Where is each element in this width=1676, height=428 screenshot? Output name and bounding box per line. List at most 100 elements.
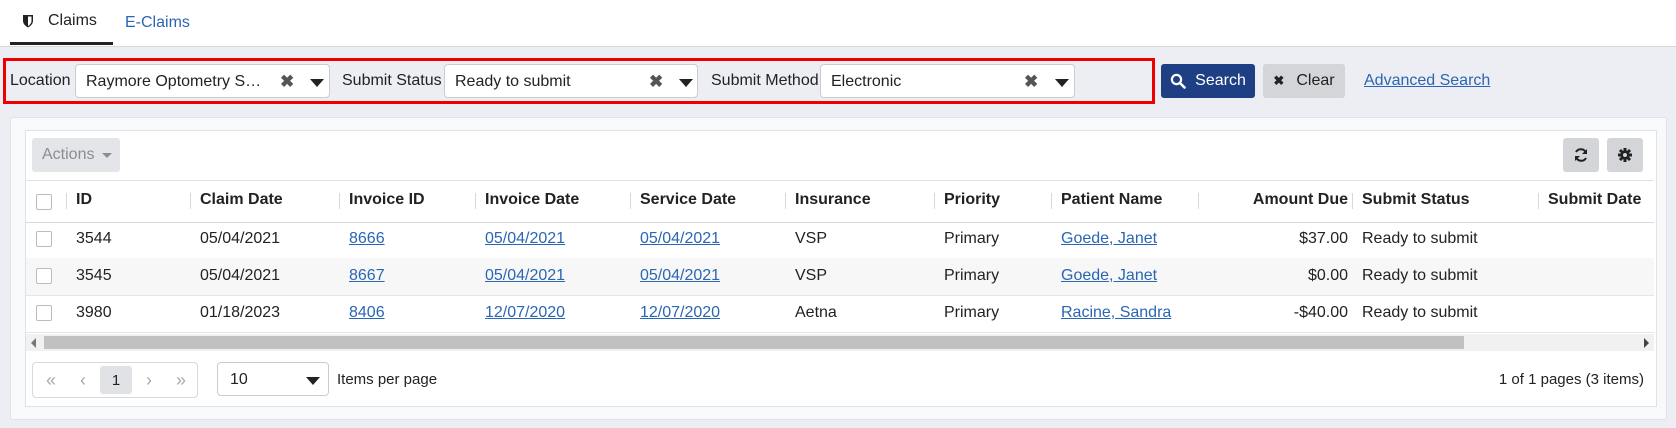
cell-priority: Primary xyxy=(944,267,1000,284)
submit-method-label: Submit Method xyxy=(711,72,819,89)
submit-method-select[interactable]: Electronic ✖ xyxy=(820,64,1075,98)
clear-button-label: Clear xyxy=(1296,72,1335,89)
service-date-link[interactable]: 12/07/2020 xyxy=(640,304,720,322)
header-submit-date[interactable]: Submit Date xyxy=(1548,191,1641,209)
cell-submit-status: Ready to submit xyxy=(1362,267,1478,284)
chevron-down-icon[interactable] xyxy=(310,79,324,87)
scroll-left-icon[interactable] xyxy=(31,338,36,348)
refresh-button[interactable] xyxy=(1563,138,1599,172)
submit-status-select[interactable]: Ready to submit ✖ xyxy=(444,64,698,98)
header-amount-due[interactable]: Amount Due xyxy=(1253,191,1348,209)
header-patient-name[interactable]: Patient Name xyxy=(1061,191,1162,209)
tab-bar: Claims E-Claims xyxy=(0,0,1676,47)
next-page-icon[interactable]: › xyxy=(133,363,165,397)
header-invoice-id[interactable]: Invoice ID xyxy=(349,191,425,209)
page-size-value: 10 xyxy=(230,371,248,388)
invoice-date-link[interactable]: 12/07/2020 xyxy=(485,304,565,322)
cell-insurance: VSP xyxy=(795,267,828,284)
clear-submit-status-icon[interactable]: ✖ xyxy=(649,72,663,92)
header-claim-date[interactable]: Claim Date xyxy=(200,191,283,209)
column-divider xyxy=(339,193,340,209)
header-invoice-date[interactable]: Invoice Date xyxy=(485,191,579,209)
search-button-label: Search xyxy=(1195,72,1246,89)
cell-submit-status: Ready to submit xyxy=(1362,304,1478,321)
chevron-down-icon[interactable] xyxy=(679,79,693,87)
invoice-id-link[interactable]: 8666 xyxy=(349,230,385,248)
cell-insurance: VSP xyxy=(795,230,828,247)
invoice-date-link[interactable]: 05/04/2021 xyxy=(485,230,565,248)
clear-submit-method-icon[interactable]: ✖ xyxy=(1024,72,1038,92)
patient-name-link[interactable]: Goede, Janet xyxy=(1061,230,1157,248)
cell-priority: Primary xyxy=(944,230,1000,247)
scroll-right-icon[interactable] xyxy=(1644,338,1649,348)
cell-amount-due: -$40.00 xyxy=(1293,304,1348,321)
cell-priority: Primary xyxy=(944,304,1000,321)
column-divider xyxy=(190,193,191,209)
column-divider xyxy=(66,193,67,209)
tab-claims-label: Claims xyxy=(48,12,97,29)
select-all-checkbox[interactable] xyxy=(36,194,52,210)
row-checkbox[interactable] xyxy=(36,231,52,247)
page-number-current[interactable]: 1 xyxy=(100,366,132,394)
search-button[interactable]: Search xyxy=(1161,64,1255,98)
service-date-link[interactable]: 05/04/2021 xyxy=(640,267,720,285)
items-per-page-label: Items per page xyxy=(337,371,438,388)
patient-name-link[interactable]: Goede, Janet xyxy=(1061,267,1157,285)
service-date-link[interactable]: 05/04/2021 xyxy=(640,230,720,248)
close-icon: ✖ xyxy=(1273,73,1285,88)
pagination-summary: 1 of 1 pages (3 items) xyxy=(1498,371,1644,388)
column-divider xyxy=(475,193,476,209)
cell-claim-date: 05/04/2021 xyxy=(200,267,281,284)
invoice-date-link[interactable]: 05/04/2021 xyxy=(485,267,565,285)
cell-insurance: Aetna xyxy=(795,304,837,321)
gear-icon xyxy=(1618,148,1632,162)
header-insurance[interactable]: Insurance xyxy=(795,191,871,209)
location-select[interactable]: Raymore Optometry Ser... ✖ xyxy=(75,64,330,98)
pager: « ‹ 1 › » xyxy=(32,362,198,398)
tab-claims[interactable]: Claims xyxy=(10,0,113,45)
column-divider xyxy=(785,193,786,209)
column-divider xyxy=(1051,193,1052,209)
location-value: Raymore Optometry Ser... xyxy=(86,73,264,90)
horizontal-scrollbar[interactable] xyxy=(26,334,1654,351)
tab-e-claims-label: E-Claims xyxy=(125,13,190,31)
tab-e-claims[interactable]: E-Claims xyxy=(125,0,190,45)
column-divider xyxy=(1538,193,1539,209)
header-service-date[interactable]: Service Date xyxy=(640,191,736,209)
clear-location-icon[interactable]: ✖ xyxy=(280,72,294,92)
cell-amount-due: $37.00 xyxy=(1299,230,1348,247)
settings-button[interactable] xyxy=(1607,138,1643,172)
cell-amount-due: $0.00 xyxy=(1307,267,1348,284)
page-size-select[interactable]: 10 xyxy=(217,362,329,396)
actions-label: Actions xyxy=(42,146,95,163)
submit-status-label: Submit Status xyxy=(342,72,442,89)
submit-status-value: Ready to submit xyxy=(455,73,571,90)
column-divider xyxy=(1352,193,1353,209)
cell-claim-date: 01/18/2023 xyxy=(200,304,281,321)
row-checkbox[interactable] xyxy=(36,268,52,284)
invoice-id-link[interactable]: 8667 xyxy=(349,267,385,285)
submit-method-value: Electronic xyxy=(831,73,902,90)
cell-submit-status: Ready to submit xyxy=(1362,230,1478,247)
refresh-icon xyxy=(1575,148,1587,162)
actions-dropdown[interactable]: Actions xyxy=(32,138,120,172)
header-id[interactable]: ID xyxy=(76,191,92,209)
column-divider xyxy=(934,193,935,209)
header-submit-status[interactable]: Submit Status xyxy=(1362,191,1470,209)
chevron-down-icon xyxy=(306,377,320,385)
prev-page-icon[interactable]: ‹ xyxy=(67,363,99,397)
patient-name-link[interactable]: Racine, Sandra xyxy=(1061,304,1171,322)
cell-id: 3980 xyxy=(76,304,112,321)
last-page-icon[interactable]: » xyxy=(165,363,197,397)
chevron-down-icon[interactable] xyxy=(1055,79,1069,87)
advanced-search-link[interactable]: Advanced Search xyxy=(1364,72,1490,90)
clear-button[interactable]: ✖ Clear xyxy=(1263,64,1345,98)
scrollbar-thumb[interactable] xyxy=(44,336,1464,349)
invoice-id-link[interactable]: 8406 xyxy=(349,304,385,322)
header-priority[interactable]: Priority xyxy=(944,191,1000,209)
cell-claim-date: 05/04/2021 xyxy=(200,230,281,247)
row-checkbox[interactable] xyxy=(36,305,52,321)
cell-id: 3544 xyxy=(76,230,112,247)
first-page-icon[interactable]: « xyxy=(35,363,67,397)
shield-icon xyxy=(23,15,33,28)
